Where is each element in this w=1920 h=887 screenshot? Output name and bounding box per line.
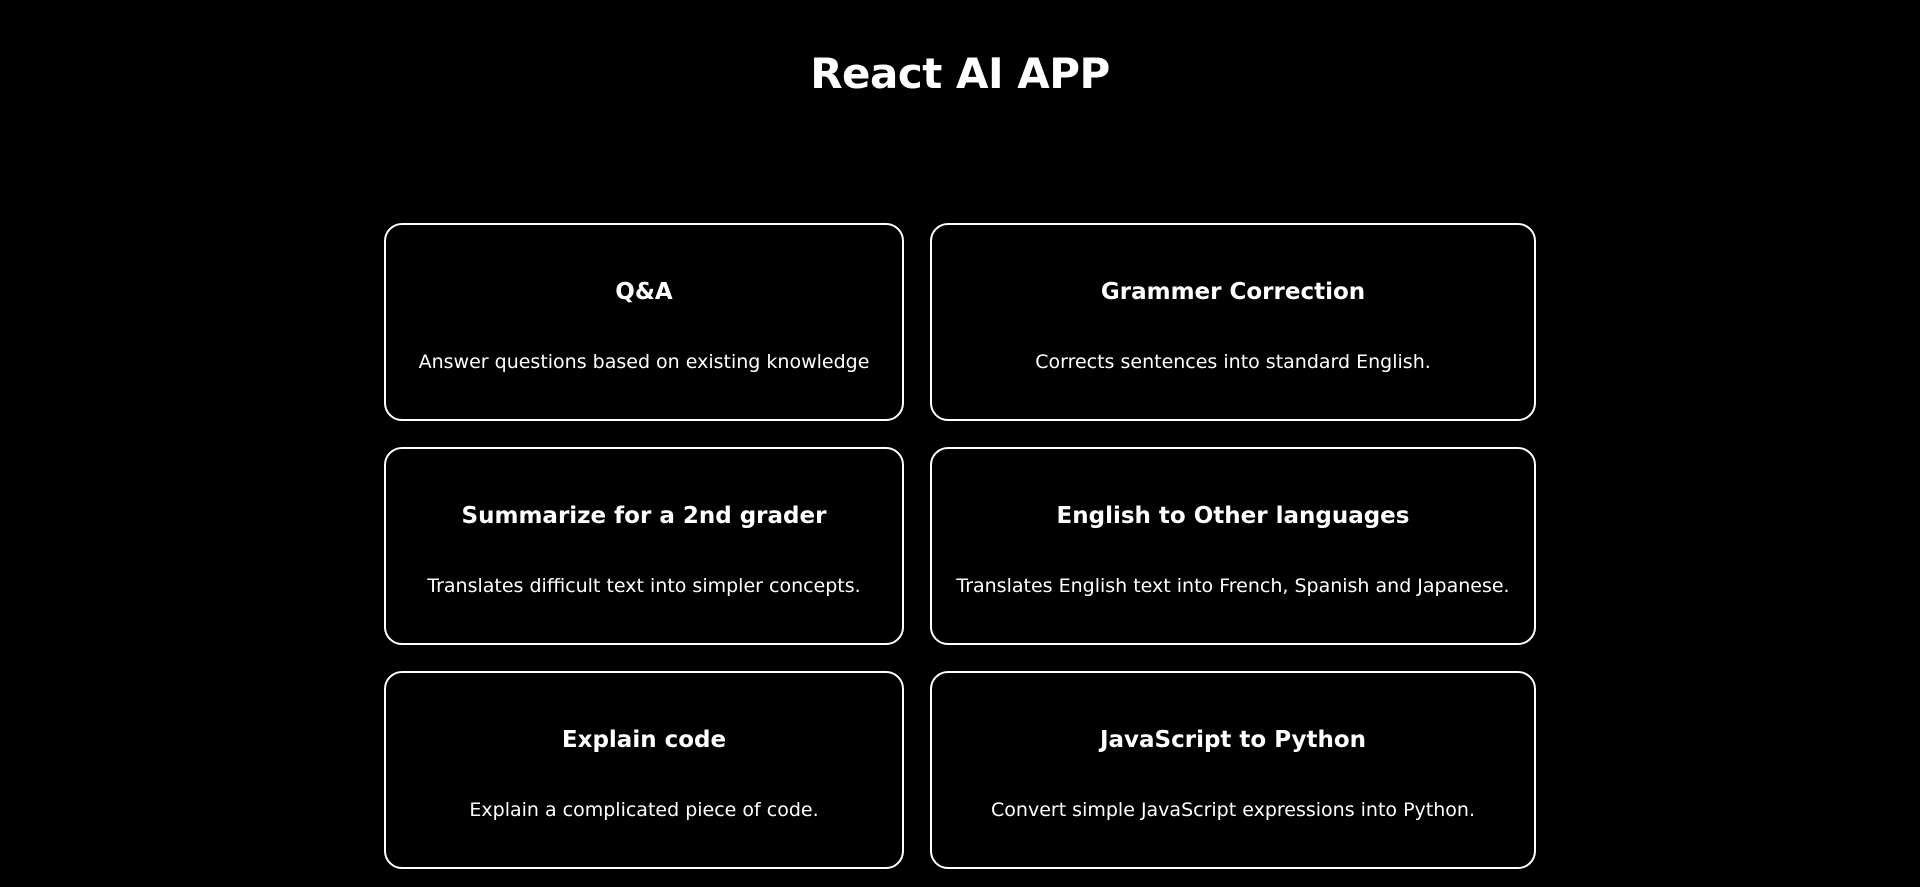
card-description: Convert simple JavaScript expressions in… (991, 799, 1475, 821)
app-root: React AI APP Q&A Answer questions based … (0, 0, 1920, 887)
page-title: React AI APP (810, 49, 1110, 98)
card-title: Summarize for a 2nd grader (461, 503, 827, 529)
card-explain-code[interactable]: Explain code Explain a complicated piece… (384, 671, 904, 869)
card-grammar-correction[interactable]: Grammer Correction Corrects sentences in… (930, 223, 1536, 421)
card-qa[interactable]: Q&A Answer questions based on existing k… (384, 223, 904, 421)
card-javascript-to-python[interactable]: JavaScript to Python Convert simple Java… (930, 671, 1536, 869)
card-title: Q&A (615, 279, 673, 305)
card-title: English to Other languages (1056, 503, 1410, 529)
card-title: JavaScript to Python (1099, 727, 1367, 753)
card-description: Answer questions based on existing knowl… (418, 351, 870, 373)
card-grid: Q&A Answer questions based on existing k… (384, 223, 1536, 869)
card-title: Explain code (561, 727, 727, 753)
card-summarize[interactable]: Summarize for a 2nd grader Translates di… (384, 447, 904, 645)
card-title: Grammer Correction (1100, 279, 1366, 305)
card-description: Translates English text into French, Spa… (956, 575, 1510, 597)
card-description: Translates difficult text into simpler c… (427, 575, 861, 597)
card-english-to-other-languages[interactable]: English to Other languages Translates En… (930, 447, 1536, 645)
card-description: Corrects sentences into standard English… (1035, 351, 1431, 373)
card-description: Explain a complicated piece of code. (469, 799, 819, 821)
